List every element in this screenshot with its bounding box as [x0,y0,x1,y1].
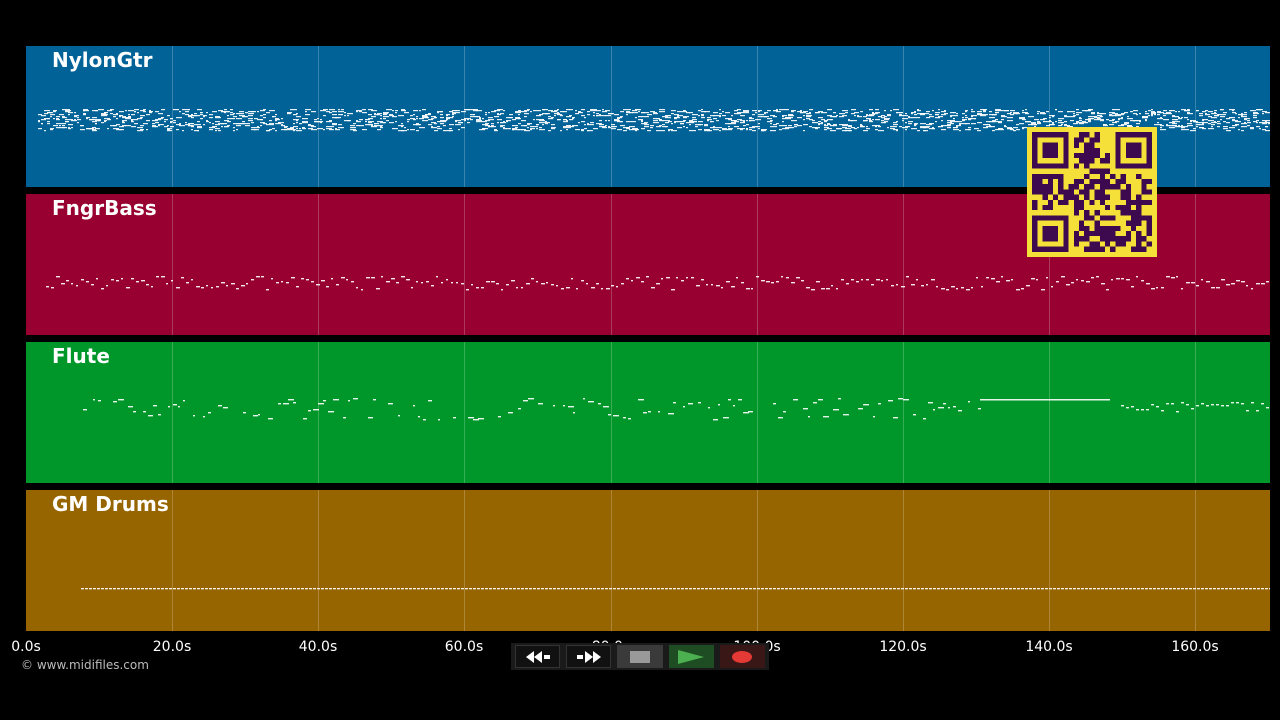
fast-forward-icon [576,650,601,663]
track-name: NylonGtr [52,48,153,72]
rewind-icon [525,650,550,663]
play-button[interactable] [668,645,714,668]
time-label: 40.0s [298,639,338,655]
transport-bar [511,643,769,670]
play-icon [678,649,705,664]
time-label: 140.0s [1025,639,1073,655]
fast-forward-button[interactable] [566,645,612,668]
time-label: 20.0s [152,639,192,655]
record-button[interactable] [719,645,765,668]
track-lanes: NylonGtr FngrBass Flute GM Drums [0,0,1280,720]
track-flute[interactable]: Flute [26,342,1270,483]
rewind-button[interactable] [515,645,561,668]
time-label: 120.0s [879,639,927,655]
time-label: 0.0s [11,639,41,655]
time-label: 60.0s [444,639,484,655]
track-name: Flute [52,344,110,368]
stop-icon [630,650,651,663]
note-roll [81,588,1270,590]
track-gm-drums[interactable]: GM Drums [26,490,1270,631]
note-roll [83,398,1269,421]
copyright-text: © www.midifiles.com [21,658,149,672]
track-name: FngrBass [52,196,157,220]
time-label: 160.0s [1171,639,1219,655]
record-icon [732,650,753,663]
qr-code-icon [1027,127,1157,257]
track-name: GM Drums [52,492,169,516]
stop-button[interactable] [617,645,663,668]
